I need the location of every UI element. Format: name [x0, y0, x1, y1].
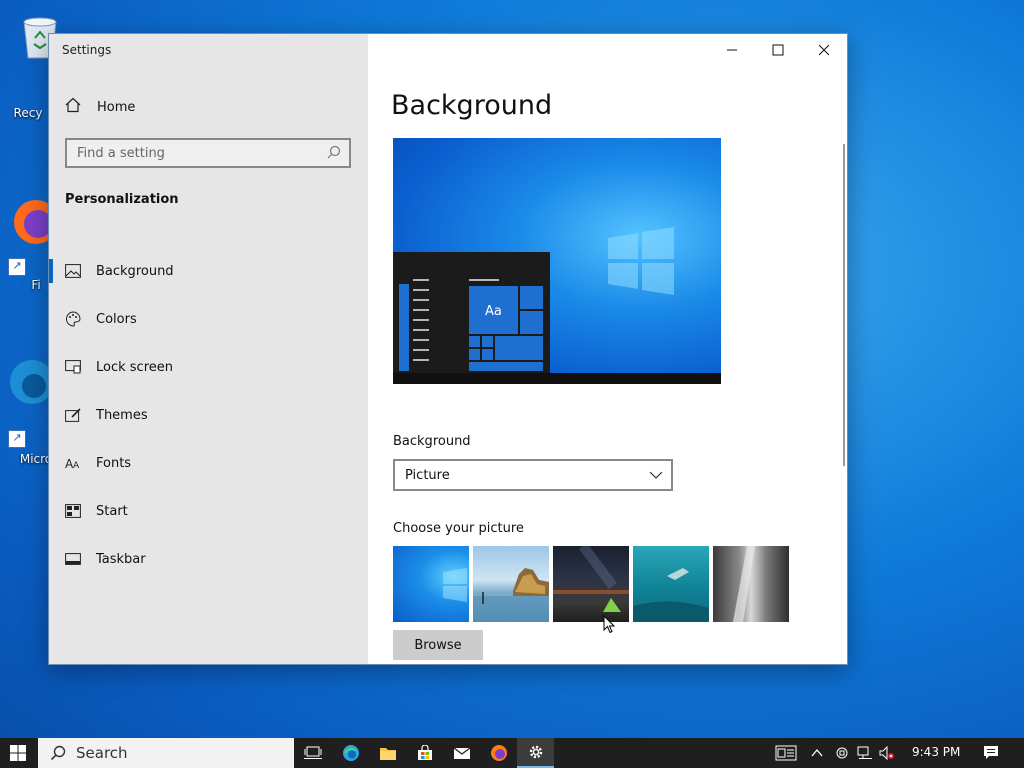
background-page: Background Aa Background Picture Choose …	[369, 34, 847, 664]
taskbar-search[interactable]: Search	[38, 738, 294, 768]
sidebar-item-label: Themes	[96, 407, 148, 423]
taskbar-app-mail[interactable]	[443, 738, 480, 768]
taskbar-app-store[interactable]	[406, 738, 443, 768]
find-setting-search[interactable]	[65, 138, 351, 168]
volume-muted-icon[interactable]	[879, 746, 895, 760]
fonts-icon: AA	[64, 456, 82, 470]
chevron-down-icon	[649, 471, 663, 479]
taskbar-clock[interactable]: 9:43 PM	[912, 745, 960, 759]
windows-logo-icon	[608, 227, 674, 295]
content-scrollbar[interactable]	[843, 144, 845, 466]
sidebar-item-label: Fonts	[96, 455, 132, 471]
window-title: Settings	[62, 43, 112, 57]
picture-thumbnails	[393, 546, 793, 622]
picture-thumbnail-windows-hero[interactable]	[393, 546, 469, 622]
browse-button[interactable]: Browse	[393, 630, 483, 660]
sidebar-item-themes[interactable]: Themes	[49, 391, 368, 439]
palette-icon	[64, 311, 82, 327]
section-title: Personalization	[65, 192, 179, 207]
taskbar-icon	[64, 553, 82, 565]
shortcut-arrow-icon: ↗	[8, 258, 26, 276]
chevron-up-icon[interactable]	[811, 748, 823, 758]
taskbar-app-file-explorer[interactable]	[369, 738, 406, 768]
preview-sample-text: Aa	[485, 304, 502, 319]
sidebar-item-colors[interactable]: Colors	[49, 295, 368, 343]
search-icon	[327, 145, 341, 159]
taskbar-search-label: Search	[76, 744, 128, 762]
sidebar-item-background[interactable]: Background	[49, 247, 368, 295]
notification-icon	[983, 746, 998, 759]
settings-icon	[529, 745, 542, 759]
sidebar-item-fonts[interactable]: AA Fonts	[49, 439, 368, 487]
windows-start-icon	[10, 745, 26, 761]
settings-sidebar: Settings Home Personalization Background…	[49, 34, 368, 664]
meet-now-icon[interactable]	[835, 745, 849, 761]
network-icon[interactable]	[857, 746, 873, 760]
picture-thumbnail-night-sky-tent[interactable]	[553, 546, 629, 622]
action-center-button[interactable]	[972, 738, 1009, 768]
store-icon	[417, 745, 432, 760]
mouse-cursor-icon	[603, 615, 615, 634]
choose-picture-label: Choose your picture	[393, 521, 524, 536]
mail-icon	[453, 747, 470, 759]
sidebar-item-label: Start	[96, 503, 128, 519]
taskbar-app-firefox[interactable]	[480, 738, 517, 768]
find-setting-input[interactable]	[67, 144, 329, 162]
svg-text:A: A	[73, 461, 80, 470]
sidebar-item-label: Lock screen	[96, 359, 173, 375]
home-link[interactable]: Home	[64, 96, 135, 118]
task-view-icon	[303, 746, 322, 759]
picture-icon	[64, 264, 82, 278]
file-explorer-icon	[379, 748, 396, 760]
sidebar-item-label: Background	[96, 263, 174, 279]
background-type-value: Picture	[405, 467, 450, 483]
system-tray	[775, 738, 895, 768]
sidebar-item-label: Colors	[96, 311, 137, 327]
settings-window: Settings Home Personalization Background…	[48, 33, 848, 665]
search-icon	[50, 745, 66, 761]
home-label: Home	[97, 99, 136, 115]
home-icon	[64, 97, 82, 117]
picture-thumbnail-rock-cliff[interactable]	[713, 546, 789, 622]
taskbar-app-settings[interactable]	[517, 738, 554, 768]
picture-thumbnail-underwater-swimmer[interactable]	[633, 546, 709, 622]
news-interests-icon[interactable]	[775, 745, 797, 761]
preview-taskbar	[393, 373, 721, 384]
start-icon	[64, 504, 82, 518]
shortcut-arrow-icon: ↗	[8, 430, 26, 448]
background-type-label: Background	[393, 434, 471, 449]
task-view-button[interactable]	[294, 738, 331, 768]
desktop-preview: Aa	[393, 138, 721, 384]
lock-screen-icon	[64, 360, 82, 374]
firefox-icon	[490, 745, 507, 761]
edge-icon	[10, 360, 54, 404]
sidebar-item-start[interactable]: Start	[49, 487, 368, 535]
taskbar-app-edge[interactable]	[332, 738, 369, 768]
sidebar-item-label: Taskbar	[96, 551, 146, 567]
picture-thumbnail-beach-rocks[interactable]	[473, 546, 549, 622]
page-title: Background	[391, 90, 553, 121]
preview-start-tiles	[399, 279, 543, 371]
start-button[interactable]	[0, 738, 36, 768]
themes-icon	[64, 408, 82, 422]
personalization-nav: Background Colors Lock screen Themes AA …	[49, 247, 368, 583]
sidebar-item-lock-screen[interactable]: Lock screen	[49, 343, 368, 391]
sidebar-item-taskbar[interactable]: Taskbar	[49, 535, 368, 583]
background-type-dropdown[interactable]: Picture	[393, 459, 673, 491]
preview-start-menu: Aa	[393, 252, 550, 373]
taskbar: Search 9:43 PM	[0, 738, 1024, 768]
edge-icon	[342, 745, 359, 761]
